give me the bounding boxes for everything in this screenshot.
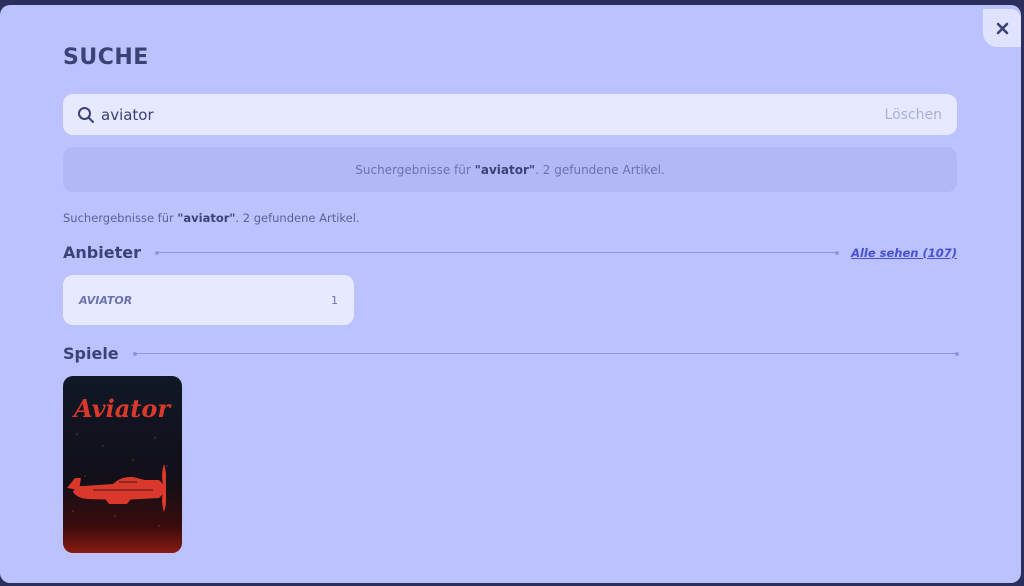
providers-header: Anbieter Alle sehen (107) [63,243,957,262]
results-term: "aviator" [474,162,536,177]
provider-name: AVIATOR [79,293,133,307]
close-button[interactable] [983,9,1021,47]
game-tile-aviator[interactable]: Aviator [63,376,182,553]
aviator-game-artwork: Aviator [63,376,182,553]
results-summary: Suchergebnisse für "aviator". 2 gefunden… [63,211,360,225]
search-bar[interactable]: Löschen [63,94,957,135]
search-modal: SUCHE Löschen Suchergebnisse für "aviato… [0,5,1021,583]
search-icon [77,106,95,124]
see-all-providers-link[interactable]: Alle sehen (107) [851,246,957,260]
providers-heading: Anbieter [63,243,141,262]
results-info-banner: Suchergebnisse für "aviator". 2 gefunden… [63,147,957,192]
provider-count: 1 [331,293,338,307]
results-prefix: Suchergebnisse für [355,162,475,177]
page-title: SUCHE [63,45,149,70]
provider-item-aviator[interactable]: AVIATOR 1 [63,275,354,325]
clear-button[interactable]: Löschen [885,107,942,123]
summary-suffix: . 2 gefundene Artikel. [235,211,360,225]
games-divider [132,351,960,356]
close-icon [996,22,1008,34]
games-heading: Spiele [63,344,119,363]
results-suffix: . 2 gefundene Artikel. [535,162,665,177]
summary-prefix: Suchergebnisse für [63,211,178,225]
aviator-logo: Aviator [72,394,172,423]
summary-term: "aviator" [177,211,236,225]
games-header: Spiele [63,344,960,363]
providers-divider [154,250,840,255]
search-input[interactable] [101,94,885,135]
